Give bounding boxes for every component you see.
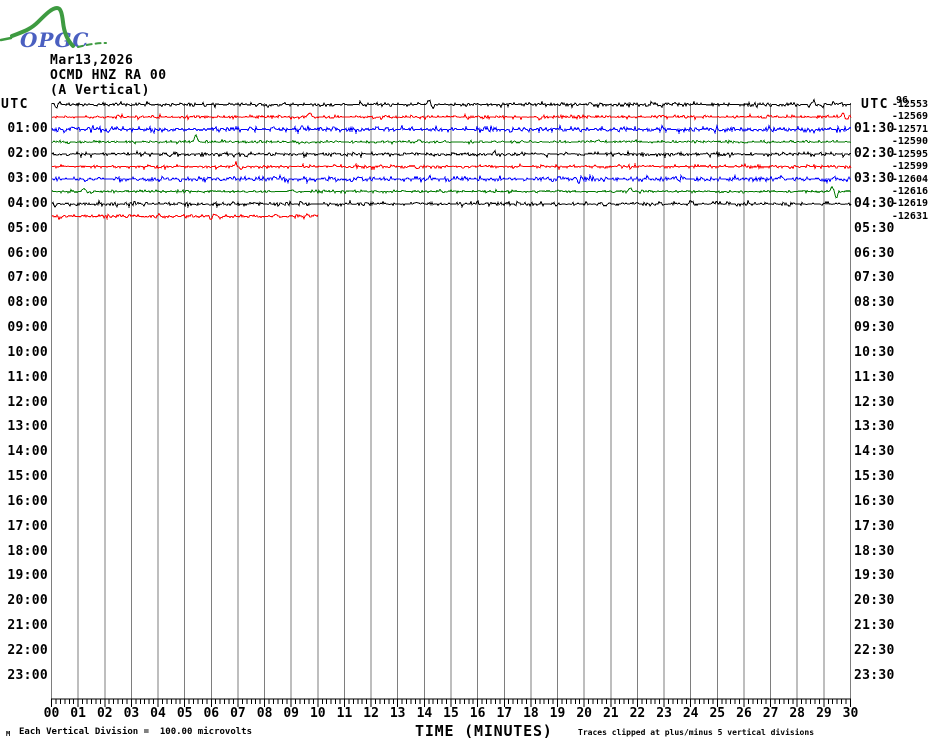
trace-right-value: -12604 xyxy=(886,174,928,185)
left-time-label: 12:00 xyxy=(0,396,48,410)
left-time-label: 15:00 xyxy=(0,470,48,484)
left-time-label: 08:00 xyxy=(0,296,48,310)
right-time-label: 17:30 xyxy=(854,520,895,534)
right-time-label: 08:30 xyxy=(854,296,895,310)
trace-right-value: -12571 xyxy=(886,124,928,135)
left-time-label: 09:00 xyxy=(0,321,48,335)
left-time-label: 23:00 xyxy=(0,669,48,683)
right-time-label: 06:30 xyxy=(854,247,895,261)
helicorder-screen: OPGC Mar13,2026 OCMD HNZ RA 00 (A Vertic… xyxy=(0,0,930,744)
trace-right-value: -12616 xyxy=(886,186,928,197)
left-time-label: 21:00 xyxy=(0,619,48,633)
right-time-label: 20:30 xyxy=(854,594,895,608)
x-axis-title: TIME (MINUTES) xyxy=(415,722,553,740)
right-time-label: 10:30 xyxy=(854,346,895,360)
right-time-label: 19:30 xyxy=(854,569,895,583)
trace-right-value: -12595 xyxy=(886,149,928,160)
right-time-label: 18:30 xyxy=(854,545,895,559)
left-time-label: 03:00 xyxy=(0,172,48,186)
logo-curve-lead-dash xyxy=(1,38,11,40)
right-time-label: 16:30 xyxy=(854,495,895,509)
left-time-label: 16:00 xyxy=(0,495,48,509)
utc-label-right: UTC xyxy=(861,97,889,112)
left-time-label: 01:00 xyxy=(0,122,48,136)
trace-right-value: -12631 xyxy=(886,211,928,222)
right-time-label: 23:30 xyxy=(854,669,895,683)
header-date: Mar13,2026 xyxy=(50,53,133,68)
opgc-logo-text: OPGC xyxy=(20,28,89,52)
minute-tick-label: 30 xyxy=(835,706,867,721)
footnote-scale: Each Vertical Division = 100.00 microvol… xyxy=(19,727,252,737)
left-time-label: 13:00 xyxy=(0,420,48,434)
left-time-label: 11:00 xyxy=(0,371,48,385)
left-time-label: 06:00 xyxy=(0,247,48,261)
left-time-label: 19:00 xyxy=(0,569,48,583)
left-time-label: 10:00 xyxy=(0,346,48,360)
utc-label-left: UTC xyxy=(1,97,29,112)
left-time-label: 04:00 xyxy=(0,197,48,211)
right-time-label: 11:30 xyxy=(854,371,895,385)
minute-gridlines xyxy=(52,103,851,699)
right-time-label: 22:30 xyxy=(854,644,895,658)
header-station-code: OCMD HNZ RA 00 xyxy=(50,68,167,83)
trace-right-value: -12569 xyxy=(886,111,928,122)
trace-right-value: -12590 xyxy=(886,136,928,147)
left-time-label: 17:00 xyxy=(0,520,48,534)
right-time-label: 15:30 xyxy=(854,470,895,484)
left-time-label: 07:00 xyxy=(0,271,48,285)
right-time-label: 14:30 xyxy=(854,445,895,459)
left-time-label: 22:00 xyxy=(0,644,48,658)
left-time-label: 14:00 xyxy=(0,445,48,459)
right-time-label: 13:30 xyxy=(854,420,895,434)
footnote-clipping: Traces clipped at plus/minus 5 vertical … xyxy=(578,728,814,737)
trace-right-value: -12619 xyxy=(886,198,928,209)
right-time-label: 07:30 xyxy=(854,271,895,285)
header-component: (A Vertical) xyxy=(50,83,150,98)
right-time-label: 12:30 xyxy=(854,396,895,410)
footnote-prefix: M xyxy=(6,730,10,738)
opgc-logo: OPGC xyxy=(0,2,125,56)
right-time-label: 21:30 xyxy=(854,619,895,633)
left-time-label: 02:00 xyxy=(0,147,48,161)
trace-right-value-overlay: 96 xyxy=(896,96,908,106)
helicorder-plot xyxy=(0,0,930,744)
left-time-label: 05:00 xyxy=(0,222,48,236)
left-time-label: 18:00 xyxy=(0,545,48,559)
right-time-label: 05:30 xyxy=(854,222,895,236)
right-time-label: 09:30 xyxy=(854,321,895,335)
trace-right-value: -12599 xyxy=(886,161,928,172)
left-time-label: 20:00 xyxy=(0,594,48,608)
